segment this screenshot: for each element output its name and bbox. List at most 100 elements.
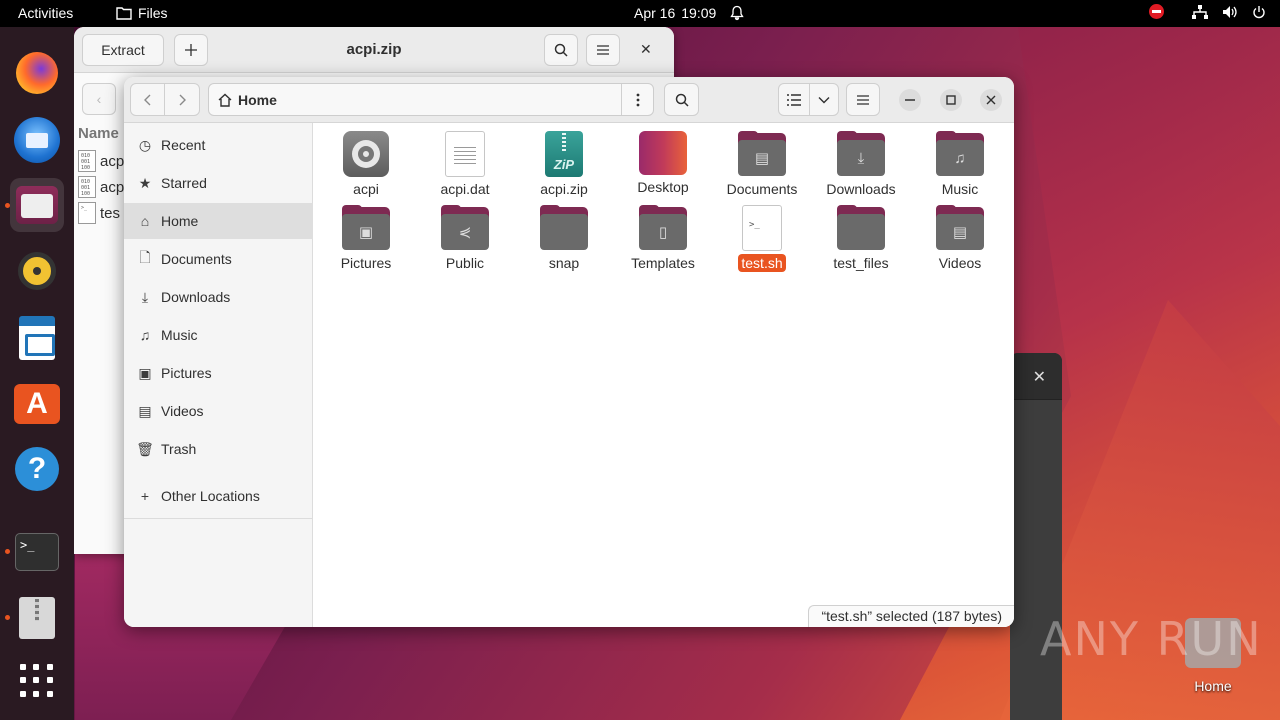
files-header: Home [124,77,1014,123]
close-icon[interactable]: ✕ [640,41,652,58]
search-button[interactable] [664,83,699,116]
archive-search-button[interactable] [544,34,578,66]
file-item-acpi-dat[interactable]: acpi.dat [417,131,513,198]
sidebar-item-recent[interactable]: ◷ Recent [124,127,313,163]
clock-time: 19:09 [681,5,717,21]
file-item-templates[interactable]: ▯ Templates [615,205,711,272]
sidebar-item-home[interactable]: ⌂ Home [124,203,313,239]
archive-menu-button[interactable] [586,34,620,66]
sidebar-item-other-locations[interactable]: + Other Locations [124,478,313,514]
sidebar-item-documents[interactable]: 🗋 Documents [124,241,313,277]
file-item-pictures[interactable]: ▣ Pictures [318,205,414,272]
list-item[interactable]: 010 001 100 acpi [78,148,128,174]
list-item-label: tes [100,204,121,222]
file-item-acpi[interactable]: acpi [318,131,414,198]
executable-icon [343,131,389,177]
sidebar-item-pictures[interactable]: ▣ Pictures [124,355,313,391]
file-item-downloads[interactable]: ⤓ Downloads [813,131,909,198]
power-icon [1253,5,1265,18]
nav-buttons [130,83,200,116]
close-icon[interactable]: ✕ [1010,353,1062,400]
file-item-acpi-zip[interactable]: ZiP acpi.zip [516,131,612,198]
terminal-launcher[interactable]: >_ [10,525,64,579]
view-options [778,83,839,116]
app-menu[interactable]: Files [116,5,168,21]
video-icon: ▤ [138,402,152,419]
minimize-icon [905,99,915,101]
sidebar-item-music[interactable]: ♫ Music [124,317,313,353]
help-launcher[interactable]: ? [10,442,64,496]
minimize-button[interactable] [899,89,921,111]
firefox-launcher[interactable] [10,46,64,100]
file-label: Public [445,255,485,271]
sidebar-item-label: Starred [161,175,207,191]
downloads-folder-icon: ⤓ [837,131,885,177]
plus-icon: + [140,488,150,504]
list-item[interactable]: >_ tes [78,200,128,226]
path-menu-button[interactable] [621,84,653,115]
file-item-documents[interactable]: ▤ Documents [714,131,810,198]
file-item-videos[interactable]: ▤ Videos [912,205,1008,272]
close-icon [986,95,996,105]
app-center-launcher[interactable]: A [10,377,64,431]
archive-file-list: Name 010 001 100 acpi 010 001 100 acpi >_ t… [78,125,128,226]
sidebar-item-label: Other Locations [161,488,260,504]
sidebar-item-downloads[interactable]: ⤓ Downloads [124,279,313,315]
file-label: Music [941,181,979,197]
sidebar-item-starred[interactable]: ★ Starred [124,165,313,201]
app-center-icon: A [14,384,60,424]
file-label: acpi.dat [440,181,490,197]
thunderbird-icon [14,117,60,163]
view-dropdown-button[interactable] [810,84,838,115]
file-item-public[interactable]: ⋞ Public [417,205,513,272]
archive-back-button[interactable]: ‹ [82,83,116,115]
sidebar-item-videos[interactable]: ▤ Videos [124,393,313,429]
forward-button[interactable] [165,84,199,115]
file-item-test-sh[interactable]: >_ test.sh [714,205,810,272]
desktop-folder-icon [639,131,687,175]
list-item[interactable]: 010 001 100 acpi [78,174,128,200]
activities-button[interactable]: Activities [18,5,73,21]
main-menu-button[interactable] [846,83,880,116]
sidebar-item-trash[interactable]: 🗑 Trash [124,431,313,467]
thunderbird-launcher[interactable] [10,113,64,167]
files-launcher[interactable] [10,178,64,232]
search-icon [554,43,568,57]
name-column-header[interactable]: Name [78,125,128,142]
path-label: Home [238,91,277,108]
close-button[interactable] [980,89,1002,111]
sidebar-item-label: Pictures [161,365,212,381]
file-label: Desktop [637,179,689,195]
dock: A ? >_ [0,27,74,720]
file-item-music[interactable]: ♫ Music [912,131,1008,198]
file-item-snap[interactable]: snap [516,205,612,272]
help-icon: ? [15,447,59,491]
text-file-icon [445,131,485,177]
home-icon: ⌂ [140,213,150,229]
list-view-icon [786,93,801,106]
folder-icon [837,205,885,251]
back-button[interactable] [131,84,166,115]
list-view-button[interactable] [779,84,810,115]
file-item-test-files[interactable]: test_files [813,205,909,272]
binary-file-icon: 010 001 100 [78,176,96,198]
path-bar[interactable]: Home [208,83,654,116]
pictures-folder-icon: ▣ [342,205,390,251]
maximize-button[interactable] [940,89,962,111]
archive-manager-launcher[interactable] [10,591,64,645]
app-menu-label: Files [138,5,168,21]
clock[interactable]: Apr 16 19:09 [634,5,744,21]
show-apps-button[interactable] [10,654,64,708]
system-tray[interactable] [1149,4,1266,19]
sidebar-item-label: Documents [161,251,232,267]
path-segment-home[interactable]: Home [209,92,621,108]
rhythmbox-launcher[interactable] [10,244,64,298]
hamburger-icon [857,94,869,105]
file-label: snap [548,255,580,271]
chevron-right-icon [179,94,186,105]
writer-launcher[interactable] [10,311,64,365]
file-item-desktop[interactable]: Desktop [615,131,711,196]
archive-title: acpi.zip [346,41,402,58]
file-label: test_files [833,255,889,271]
running-indicator [5,203,10,208]
